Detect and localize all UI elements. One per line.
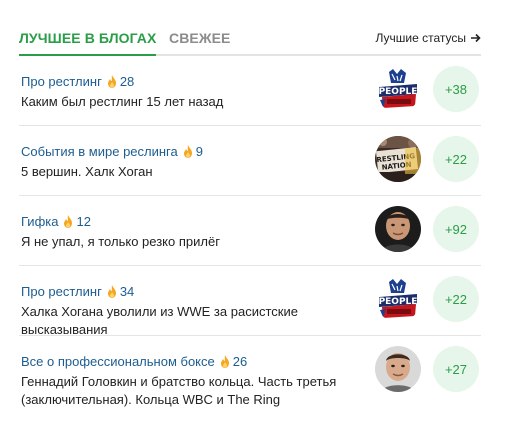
post-count: 28: [119, 74, 135, 89]
post-count: 26: [232, 354, 248, 369]
fire-icon: [220, 355, 230, 368]
list-item: Все о профессиональном боксе 26 Геннадий…: [19, 336, 481, 412]
blog-link[interactable]: События в мире реслинга: [21, 144, 178, 159]
list-item: Про рестлинг 28 Каким был рестлинг 15 ле…: [19, 56, 481, 126]
post-meta: Про рестлинг 28: [21, 74, 134, 89]
score-badge: +27: [433, 346, 479, 392]
post-title[interactable]: 5 вершин. Халк Хоган: [21, 163, 351, 181]
blog-link[interactable]: Гифка: [21, 214, 58, 229]
fire-icon: [183, 145, 193, 158]
blog-post-list: Про рестлинг 28 Каким был рестлинг 15 ле…: [19, 56, 481, 412]
boxer-portrait-avatar[interactable]: [375, 346, 421, 392]
tab-best-in-blogs[interactable]: ЛУЧШЕЕ В БЛОГАХ: [19, 30, 157, 56]
blog-link[interactable]: Про рестлинг: [21, 74, 102, 89]
list-item: События в мире реслинга 9 5 вершин. Халк…: [19, 126, 481, 196]
post-title[interactable]: Я не упал, я только резко прилёг: [21, 233, 351, 251]
post-meta: Про рестлинг 34: [21, 284, 134, 299]
tab-bar: ЛУЧШЕЕ В БЛОГАХ СВЕЖЕЕ Лучшие статусы: [19, 22, 481, 56]
best-statuses-link[interactable]: Лучшие статусы: [376, 31, 482, 45]
post-title[interactable]: Халка Хогана уволили из WWE за расистски…: [21, 303, 351, 339]
post-count: 9: [195, 144, 203, 159]
blog-link[interactable]: Про рестлинг: [21, 284, 102, 299]
boxer-portrait-avatar[interactable]: [375, 206, 421, 252]
post-title[interactable]: Геннадий Головкин и братство кольца. Час…: [21, 373, 351, 409]
blog-link[interactable]: Все о профессиональном боксе: [21, 354, 215, 369]
fire-icon: [63, 215, 73, 228]
tab-fresh[interactable]: СВЕЖЕЕ: [169, 30, 231, 46]
fire-icon: [107, 75, 117, 88]
post-meta: Гифка 12: [21, 214, 91, 229]
arrow-right-icon: [471, 33, 481, 43]
post-count: 12: [76, 214, 91, 229]
post-meta: События в мире реслинга 9: [21, 144, 203, 159]
wrestling-sign-avatar[interactable]: RESTLING NATION: [375, 136, 421, 182]
score-badge: +38: [433, 66, 479, 112]
blog-widget: ЛУЧШЕЕ В БЛОГАХ СВЕЖЕЕ Лучшие статусы Пр…: [19, 22, 481, 412]
post-count: 34: [119, 284, 135, 299]
score-badge: +92: [433, 206, 479, 252]
people-power-logo-avatar[interactable]: PEOPLE: [375, 66, 421, 112]
score-badge: +22: [433, 136, 479, 182]
post-meta: Все о профессиональном боксе 26: [21, 354, 247, 369]
list-item: Гифка 12 Я не упал, я только резко прилё…: [19, 196, 481, 266]
best-statuses-label: Лучшие статусы: [375, 31, 467, 45]
list-item: Про рестлинг 34 Халка Хогана уволили из …: [19, 266, 481, 339]
people-power-logo-avatar[interactable]: PEOPLE: [375, 276, 421, 322]
post-title[interactable]: Каким был рестлинг 15 лет назад: [21, 93, 351, 111]
score-badge: +22: [433, 276, 479, 322]
fire-icon: [107, 285, 117, 298]
